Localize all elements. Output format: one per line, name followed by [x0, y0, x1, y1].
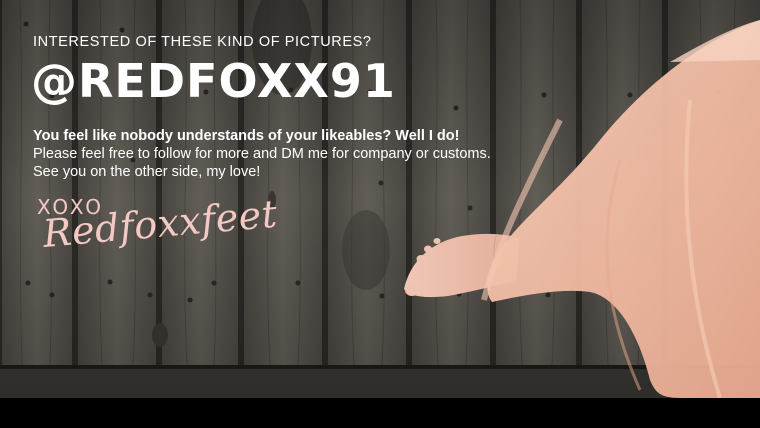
kicker-text: INTERESTED OF THESE KIND OF PICTURES?	[33, 34, 372, 50]
message-headline: You feel like nobody understands of your…	[33, 128, 460, 144]
message-line: See you on the other side, my love!	[33, 164, 261, 180]
image-frame: INTERESTED OF THESE KIND OF PICTURES? @R…	[0, 0, 760, 428]
message-block: You feel like nobody understands of your…	[33, 127, 593, 181]
message-line: Please feel free to follow for more and …	[33, 146, 491, 162]
bottom-letterbox	[0, 398, 760, 428]
social-handle: @REDFOXX91	[31, 54, 396, 108]
